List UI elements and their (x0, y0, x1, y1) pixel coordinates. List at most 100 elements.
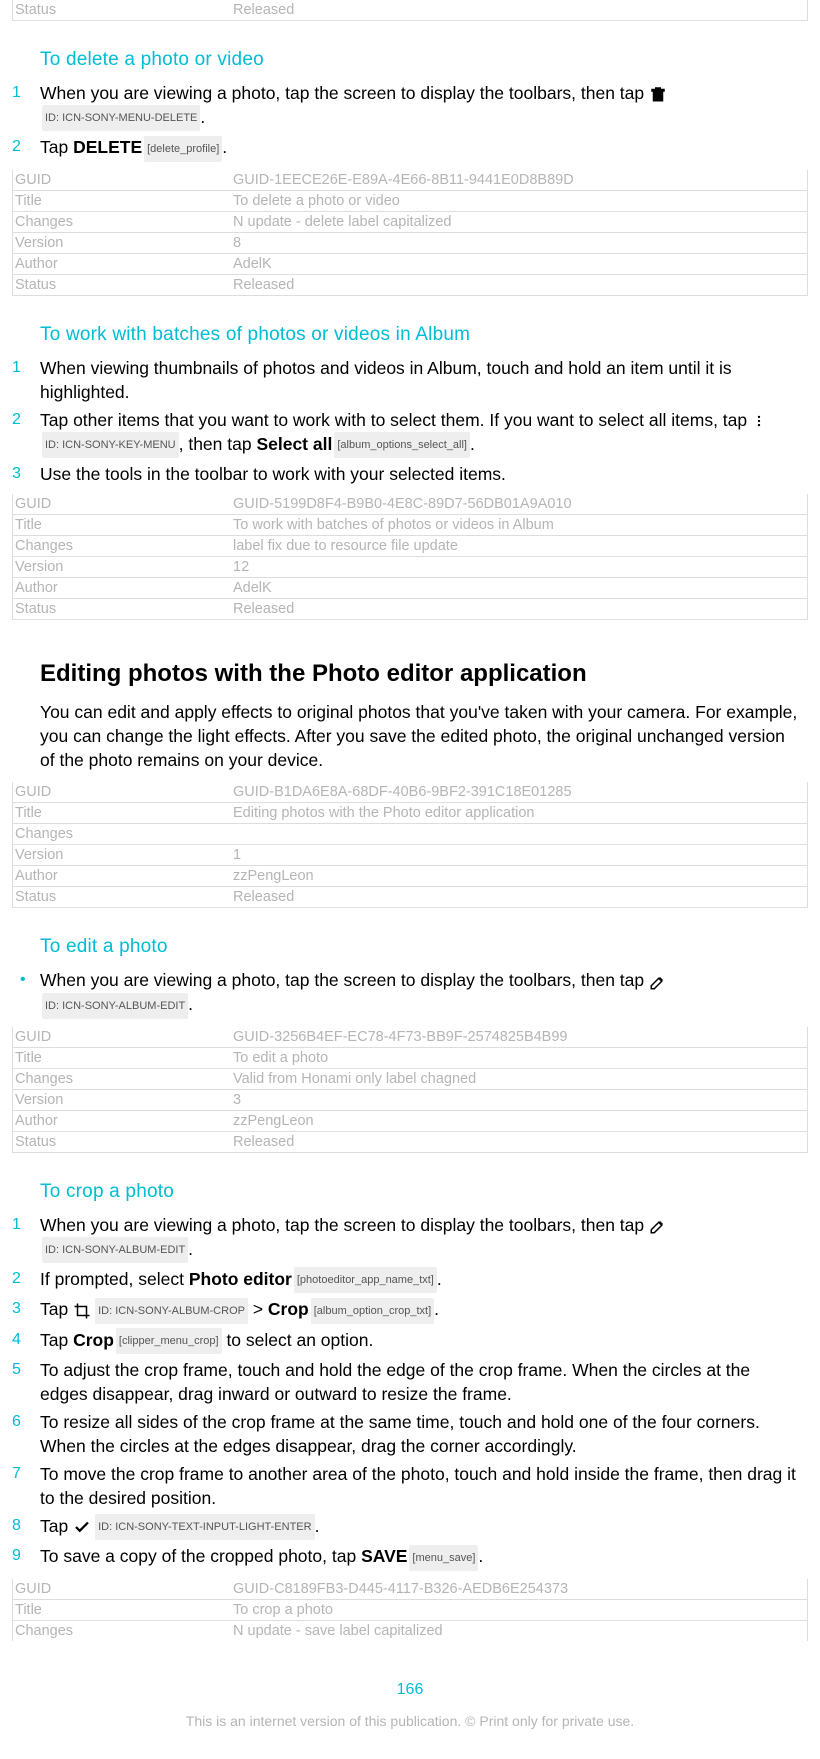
step-text: Tap (40, 1299, 73, 1319)
meta-block-0: Status Released (12, 0, 808, 21)
step: To adjust the crop frame, touch and hold… (40, 1358, 800, 1406)
meta-block-5: GUIDGUID-C8189FB3-D445-4117-B326-AEDB6E2… (12, 1579, 808, 1641)
meta-value: Released (233, 1132, 807, 1152)
check-icon (73, 1518, 91, 1536)
meta-key: Changes (13, 536, 233, 556)
meta-key: GUID (13, 494, 233, 514)
steps-crop: When you are viewing a photo, tap the sc… (12, 1213, 808, 1579)
ref: [clipper_menu_crop] (116, 1328, 222, 1354)
step-text-end: . (478, 1546, 483, 1566)
meta-key: Changes (13, 1069, 233, 1089)
step-text: When you are viewing a photo, tap the sc… (40, 1215, 649, 1235)
step: Tap DELETE[delete_profile]. (40, 135, 800, 161)
meta-value: To work with batches of photos or videos… (233, 515, 807, 535)
icon-ref: ID: ICN-SONY-ALBUM-EDIT (42, 1237, 188, 1263)
meta-value: AdelK (233, 578, 807, 598)
meta-key: GUID (13, 782, 233, 802)
meta-value: label fix due to resource file update (233, 536, 807, 556)
meta-block-4: GUIDGUID-3256B4EF-EC78-4F73-BB9F-2574825… (12, 1027, 808, 1153)
step: Tap other items that you want to work wi… (40, 408, 800, 458)
ref: [delete_profile] (144, 136, 222, 162)
step: When you are viewing a photo, tap the sc… (40, 1213, 800, 1263)
meta-key: Version (13, 557, 233, 577)
step-text-end: . (437, 1269, 442, 1289)
meta-value: 12 (233, 557, 807, 577)
meta-key: Author (13, 1111, 233, 1131)
meta-value: To delete a photo or video (233, 191, 807, 211)
steps-delete: When you are viewing a photo, tap the sc… (12, 81, 808, 170)
edit-icon (649, 973, 667, 991)
crop-icon (73, 1302, 91, 1320)
meta-value: zzPengLeon (233, 1111, 807, 1131)
icon-ref: ID: ICN-SONY-MENU-DELETE (42, 105, 200, 131)
step-text-end: . (200, 107, 205, 127)
ref: [album_options_select_all] (334, 432, 470, 458)
step: Tap ID: ICN-SONY-TEXT-INPUT-LIGHT-ENTER. (40, 1514, 800, 1540)
ui-label-delete: DELETE (73, 137, 142, 157)
icon-ref: ID: ICN-SONY-ALBUM-CROP (95, 1298, 248, 1324)
icon-ref: ID: ICN-SONY-KEY-MENU (42, 432, 179, 458)
bullet-edit-photo: When you are viewing a photo, tap the sc… (12, 968, 808, 1026)
steps-batches: When viewing thumbnails of photos and vi… (12, 356, 808, 494)
section-title-edit: To edit a photo (40, 936, 808, 958)
meta-key: Changes (13, 824, 233, 844)
step-text: When you are viewing a photo, tap the sc… (40, 83, 649, 103)
meta-key: Status (13, 887, 233, 907)
meta-key: GUID (13, 1579, 233, 1599)
meta-value: Released (233, 0, 807, 20)
meta-key: Status (13, 599, 233, 619)
meta-value (233, 824, 807, 844)
heading-editing-photos: Editing photos with the Photo editor app… (40, 660, 808, 688)
section-title-crop: To crop a photo (40, 1181, 808, 1203)
step-text-end: . (188, 994, 193, 1014)
meta-block-1: GUIDGUID-1EECE26E-E89A-4E66-8B11-9441E0D… (12, 170, 808, 296)
meta-value: GUID-1EECE26E-E89A-4E66-8B11-9441E0D8B89… (233, 170, 807, 190)
meta-key: Title (13, 803, 233, 823)
meta-value: 3 (233, 1090, 807, 1110)
ref: [menu_save] (409, 1545, 478, 1571)
ui-label-crop2: Crop (73, 1330, 114, 1350)
meta-key: Title (13, 1048, 233, 1068)
edit-icon (649, 1217, 667, 1235)
meta-key: Author (13, 254, 233, 274)
section-title-delete: To delete a photo or video (40, 49, 808, 71)
meta-key: Status (13, 0, 233, 20)
step-text: Tap (40, 137, 73, 157)
meta-value: N update - delete label capitalized (233, 212, 807, 232)
meta-key: Changes (13, 1621, 233, 1641)
body-text: You can edit and apply effects to origin… (40, 700, 800, 772)
step: Tap ID: ICN-SONY-ALBUM-CROP > Crop[album… (40, 1297, 800, 1323)
meta-key: Status (13, 1132, 233, 1152)
meta-value: GUID-C8189FB3-D445-4117-B326-AEDB6E25437… (233, 1579, 807, 1599)
step-text: Tap (40, 1330, 73, 1350)
meta-key: Changes (13, 212, 233, 232)
meta-key: Author (13, 578, 233, 598)
step: Use the tools in the toolbar to work wit… (40, 462, 800, 486)
meta-value: 1 (233, 845, 807, 865)
meta-value: GUID-5199D8F4-B9B0-4E8C-89D7-56DB01A9A01… (233, 494, 807, 514)
meta-key: Version (13, 845, 233, 865)
meta-key: Title (13, 1600, 233, 1620)
meta-value: GUID-B1DA6E8A-68DF-40B6-9BF2-391C18E0128… (233, 782, 807, 802)
step-text: When you are viewing a photo, tap the sc… (40, 970, 649, 990)
meta-key: Version (13, 1090, 233, 1110)
icon-ref: ID: ICN-SONY-ALBUM-EDIT (42, 993, 188, 1019)
step: When you are viewing a photo, tap the sc… (40, 81, 800, 131)
ui-label-crop: Crop (268, 1299, 309, 1319)
meta-value: Released (233, 275, 807, 295)
section-title-batches: To work with batches of photos or videos… (40, 324, 808, 346)
trash-icon (649, 85, 667, 103)
step: To save a copy of the cropped photo, tap… (40, 1544, 800, 1570)
meta-value: Released (233, 599, 807, 619)
menu-icon (752, 412, 770, 430)
meta-value: zzPengLeon (233, 866, 807, 886)
meta-key: Version (13, 233, 233, 253)
ui-label-select-all: Select all (256, 434, 332, 454)
step-text-end: . (188, 1239, 193, 1259)
meta-value: To edit a photo (233, 1048, 807, 1068)
step-text-end: . (470, 434, 475, 454)
meta-value: GUID-3256B4EF-EC78-4F73-BB9F-2574825B4B9… (233, 1027, 807, 1047)
meta-value: 8 (233, 233, 807, 253)
meta-key: Status (13, 275, 233, 295)
meta-block-2: GUIDGUID-5199D8F4-B9B0-4E8C-89D7-56DB01A… (12, 494, 808, 620)
